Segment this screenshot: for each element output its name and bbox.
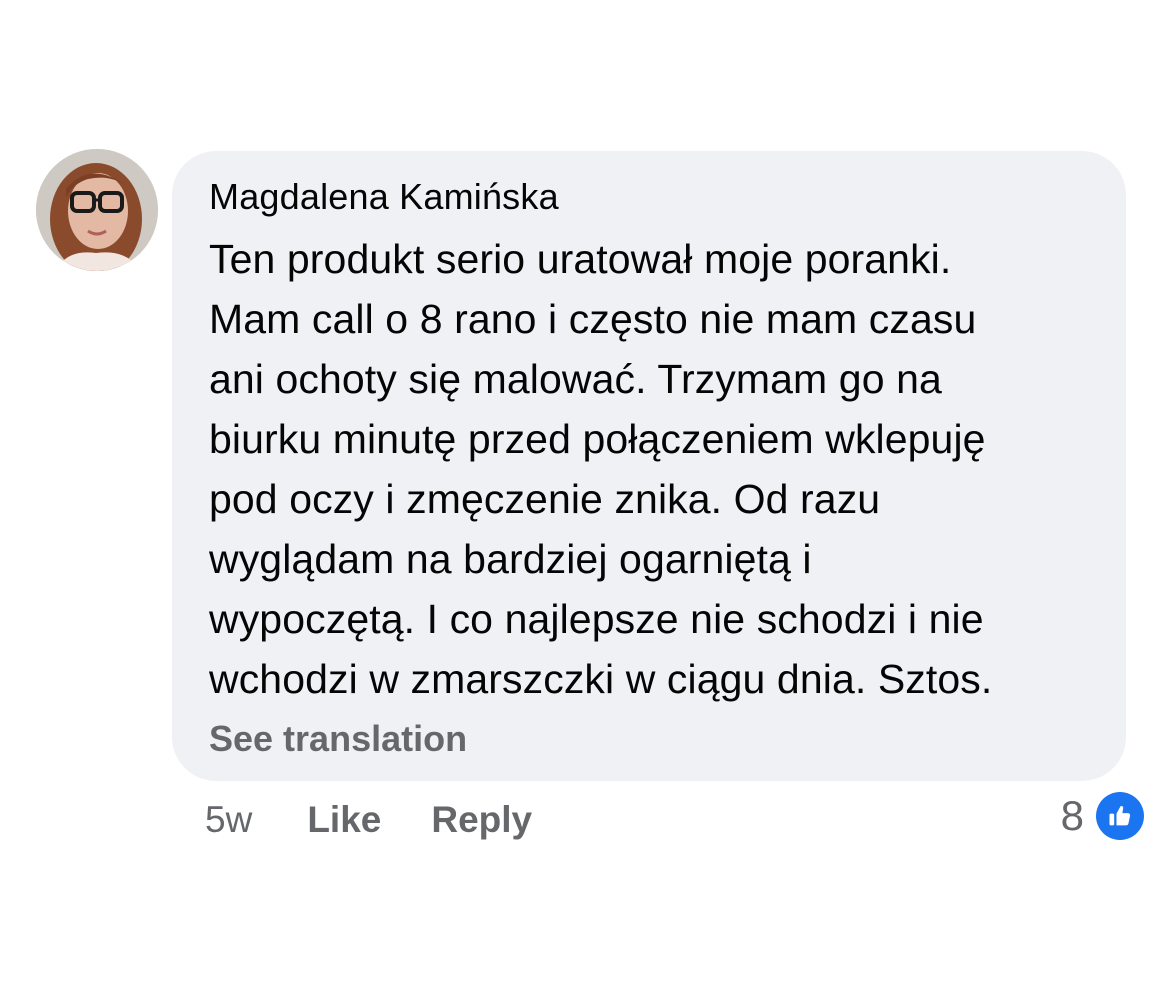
like-button[interactable]: Like bbox=[307, 799, 381, 841]
comment-bubble: Magdalena Kamińska Ten produkt serio ura… bbox=[172, 151, 1126, 781]
avatar[interactable] bbox=[36, 149, 158, 271]
thumbs-up-icon bbox=[1096, 792, 1144, 840]
comment-text: Ten produkt serio uratował moje poranki.… bbox=[209, 236, 993, 702]
comment-actions: 5w Like Reply bbox=[205, 797, 582, 843]
see-translation-link[interactable]: See translation bbox=[209, 717, 467, 761]
avatar-image bbox=[36, 149, 158, 271]
comment-timestamp[interactable]: 5w bbox=[205, 799, 252, 841]
reaction-summary[interactable]: 8 bbox=[1061, 792, 1144, 840]
reply-button[interactable]: Reply bbox=[431, 799, 532, 841]
reaction-count: 8 bbox=[1060, 792, 1084, 839]
comment-author[interactable]: Magdalena Kamińska bbox=[209, 175, 1090, 219]
